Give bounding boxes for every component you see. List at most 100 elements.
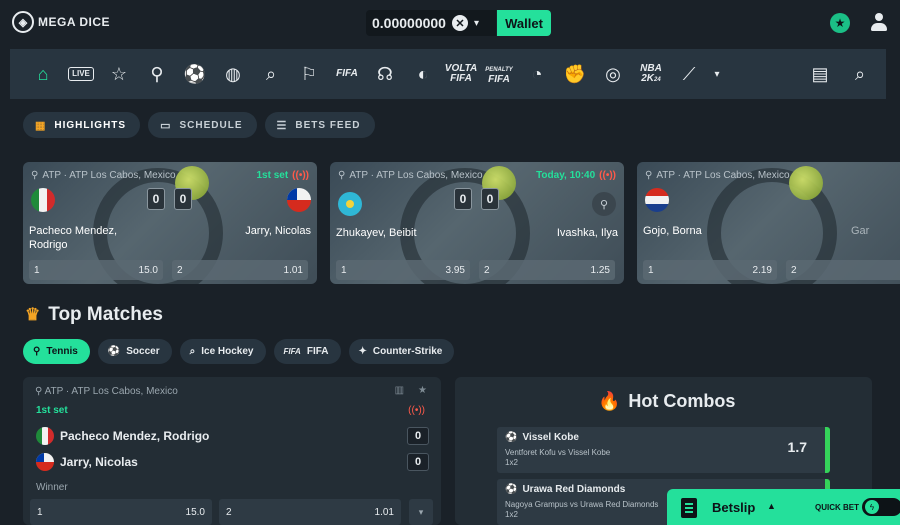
highlight-card[interactable]: ⚲ ATP · ATP Los Cabos, Mexico Today, 10:4… — [330, 162, 624, 284]
soccer-icon[interactable]: ⚽ — [176, 49, 214, 99]
tab-bets-feed[interactable]: ☰ BETS FEED — [264, 112, 375, 138]
counter-strike-icon: ✦ — [358, 346, 367, 357]
tennis-icon: ⚲ — [35, 386, 45, 397]
tab-fifa[interactable]: FIFA FIFA — [273, 339, 341, 364]
top-bar: ◈ MEGA DICE 0.00000000 ✕ ▾ Wallet ★ — [0, 0, 900, 48]
away-player: Jarry, Nicolas — [60, 455, 138, 469]
basketball-icon[interactable]: ◍ — [214, 49, 252, 99]
bet-history-icon[interactable]: ▤ — [808, 49, 832, 99]
odds-button-away[interactable]: 2 1.25 — [479, 260, 615, 280]
mexico-flag-icon — [36, 427, 54, 445]
croatia-flag-icon — [645, 188, 669, 212]
combo-team: Urawa Red Diamonds — [522, 484, 626, 495]
tennis-icon: ⚲ — [31, 170, 39, 181]
user-icon[interactable] — [870, 13, 888, 33]
odds-button-home[interactable]: 1 15.0 — [29, 260, 163, 280]
virtual-sports-icon[interactable]: ◎ — [594, 49, 632, 99]
hot-combos-heading: 🔥 Hot Combos — [598, 391, 736, 411]
odds-button-home[interactable]: 1 2.19 — [643, 260, 777, 280]
logo-text: MEGA DICE — [38, 15, 111, 29]
away-score: 0 — [407, 453, 429, 471]
chile-flag-icon — [287, 188, 311, 212]
volta-fifa-icon[interactable]: VOLTA FIFA — [442, 49, 480, 99]
soccer-icon: ⚽ — [107, 346, 121, 357]
soccer-icon: ⚽ — [505, 484, 518, 495]
list-icon: ☰ — [276, 119, 288, 132]
balance-value: 0.00000000 — [372, 15, 446, 31]
odds-button-away[interactable]: 2 1.01 — [219, 499, 401, 525]
cricket-icon[interactable]: ⟋ — [670, 49, 708, 99]
away-team-row: Jarry, Nicolas — [36, 453, 138, 471]
live-icon[interactable]: LIVE — [62, 49, 100, 99]
live-signal-icon: ((•)) — [408, 405, 425, 416]
volleyball-icon[interactable]: ◐ — [404, 49, 442, 99]
mma-fist-icon[interactable]: ✊ — [556, 49, 594, 99]
esports-headset-icon[interactable]: ☊ — [366, 49, 404, 99]
home-score: 0 — [407, 427, 429, 445]
promotions-icon[interactable]: ★ — [830, 13, 850, 33]
match-card[interactable]: ⚲ ATP · ATP Los Cabos, Mexico ▥ ★ 1st se… — [23, 377, 441, 525]
odds-button-home[interactable]: 1 3.95 — [336, 260, 470, 280]
calendar-icon: ▭ — [160, 119, 172, 132]
stats-icon[interactable]: ▥ — [395, 385, 404, 396]
more-markets-chevron-icon[interactable]: ▾ — [409, 499, 433, 525]
kazakhstan-flag-icon — [338, 192, 362, 216]
ice-hockey-icon[interactable]: ⌕ — [252, 49, 290, 99]
betslip-bar[interactable]: Betslip ▲ QUICK BET ϟ — [667, 489, 900, 525]
quick-bet-label: QUICK BET — [815, 503, 859, 512]
rugby-icon[interactable]: ◔ — [518, 49, 556, 99]
combo-match: Ventforet Kofu vs Vissel Kobe — [505, 448, 611, 457]
tab-ice-hockey[interactable]: ⌕ Ice Hockey — [179, 339, 266, 364]
fifa-icon[interactable]: FIFA — [328, 49, 366, 99]
combo-item[interactable]: ⚽ Vissel Kobe Ventforet Kofu vs Vissel Ko… — [497, 427, 830, 473]
away-player: Ivashka, Ilya — [556, 227, 618, 239]
combo-team: Vissel Kobe — [522, 432, 579, 443]
chevron-up-icon[interactable]: ▲ — [767, 501, 776, 511]
badminton-icon[interactable]: ⚐ — [290, 49, 328, 99]
section-tabs: ▦ HIGHLIGHTS ▭ SCHEDULE ☰ BETS FEED — [23, 112, 375, 138]
chile-flag-icon — [36, 453, 54, 471]
fire-icon: 🔥 — [598, 391, 621, 411]
logo[interactable]: ◈ MEGA DICE — [12, 11, 110, 33]
balance-display[interactable]: 0.00000000 ✕ ▾ — [366, 10, 496, 36]
nba-2k-icon[interactable]: NBA 2K24 — [632, 49, 670, 99]
more-sports-chevron-icon[interactable]: ▾ — [708, 49, 726, 99]
tab-highlights[interactable]: ▦ HIGHLIGHTS — [23, 112, 141, 138]
market-label: Winner — [36, 482, 68, 493]
favorite-star-icon[interactable]: ★ — [418, 385, 427, 396]
highlight-card[interactable]: ⚲ ATP · ATP Los Cabos, Mexico Gojo, Borna… — [637, 162, 900, 284]
live-signal-icon: ((•)) — [599, 170, 616, 181]
tab-soccer[interactable]: ⚽ Soccer — [97, 339, 172, 364]
league-name: ATP · ATP Los Cabos, Mexico — [42, 170, 176, 181]
tennis-icon: ⚲ — [338, 170, 346, 181]
tab-tennis[interactable]: ⚲ Tennis — [23, 339, 90, 364]
tennis-icon[interactable]: ⚲ — [138, 49, 176, 99]
currency-icon: ✕ — [451, 15, 468, 31]
odds-button-away[interactable]: 2 — [786, 260, 900, 280]
favorites-star-icon[interactable]: ☆ — [100, 49, 138, 99]
chevron-down-icon[interactable]: ▾ — [474, 18, 479, 29]
away-player: Jarry, Nicolas — [245, 225, 311, 237]
odds-button-home[interactable]: 1 15.0 — [30, 499, 212, 525]
tab-counter-strike[interactable]: ✦ Counter-Strike — [348, 339, 455, 364]
home-player: Pacheco Mendez, Rodrigo — [29, 225, 118, 251]
league-name: ATP · ATP Los Cabos, Mexico — [44, 386, 178, 397]
betslip-label: Betslip — [712, 500, 756, 515]
live-signal-icon: ((•)) — [292, 170, 309, 181]
home-icon[interactable]: ⌂ — [24, 49, 62, 99]
penalty-fifa-icon[interactable]: PENALTY FIFA — [480, 49, 518, 99]
league-name: ATP · ATP Los Cabos, Mexico — [349, 170, 483, 181]
search-icon[interactable]: ⌕ — [848, 49, 872, 99]
quick-bet-toggle[interactable]: ϟ — [862, 498, 900, 516]
odds-button-away[interactable]: 2 1.01 — [172, 260, 308, 280]
combo-bet-type: 1x2 — [505, 458, 518, 467]
combo-odds: 1.7 — [787, 439, 807, 455]
soccer-icon: ⚽ — [505, 432, 518, 443]
sport-navigation: ⌂ LIVE ☆ ⚲ ⚽ ◍ ⌕ ⚐ FIFA ☊ ◐ VOLTA FIFA PE… — [10, 49, 886, 99]
wallet-button[interactable]: Wallet — [497, 10, 551, 36]
crown-icon: ♛ — [25, 305, 41, 324]
fifa-icon: FIFA — [283, 347, 301, 356]
highlight-card[interactable]: ⚲ ATP · ATP Los Cabos, Mexico 1st set ((•)… — [23, 162, 317, 284]
home-player: Pacheco Mendez, Rodrigo — [60, 429, 210, 443]
tab-schedule[interactable]: ▭ SCHEDULE — [148, 112, 257, 138]
